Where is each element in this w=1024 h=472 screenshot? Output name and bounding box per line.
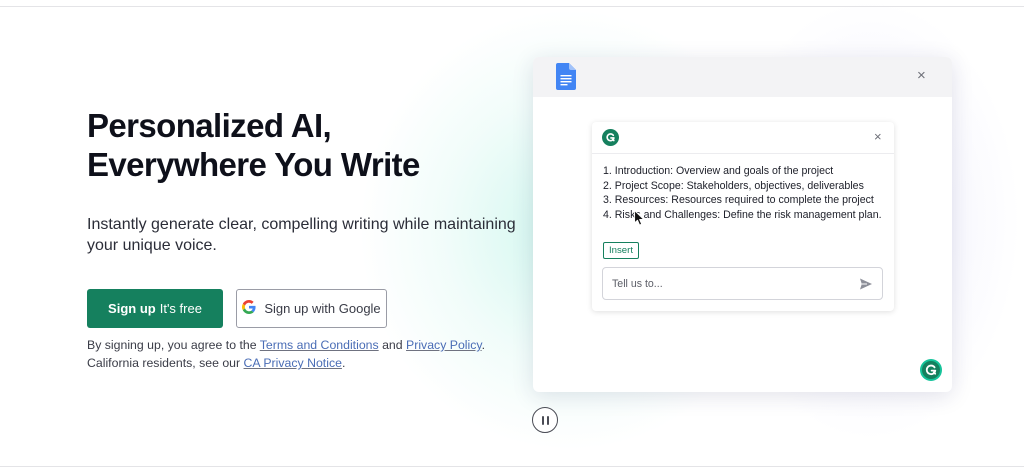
document-toolbar bbox=[533, 57, 952, 97]
legal-text: . bbox=[341, 356, 346, 370]
google-g-icon bbox=[242, 300, 256, 317]
title-line-1: Personalized AI, bbox=[87, 107, 332, 144]
insert-button[interactable]: Insert bbox=[603, 242, 639, 259]
sign-up-google-button[interactable]: Sign up with Google bbox=[236, 289, 387, 328]
pause-button[interactable] bbox=[532, 407, 558, 433]
prompt-input[interactable] bbox=[612, 276, 852, 292]
list-item: 3. Resources: Resources required to comp… bbox=[603, 194, 874, 207]
legal-text: By signing up, you agree to the bbox=[87, 338, 260, 352]
grammarly-icon bbox=[602, 129, 619, 151]
generated-outline: 1. Introduction: Overview and goals of t… bbox=[603, 164, 893, 222]
google-docs-icon bbox=[556, 63, 576, 95]
page-title: Personalized AI, Everywhere You Write bbox=[87, 106, 527, 184]
assistant-header bbox=[592, 122, 894, 154]
sign-up-free-label: It's free bbox=[159, 301, 202, 316]
pause-icon bbox=[541, 415, 544, 425]
list-item: 1. Introduction: Overview and goals of t… bbox=[603, 165, 834, 177]
send-icon[interactable] bbox=[859, 277, 873, 296]
mouse-cursor-icon bbox=[634, 210, 645, 231]
title-line-2: Everywhere You Write bbox=[87, 146, 420, 183]
legal-text: California residents, see our bbox=[87, 356, 244, 370]
sign-up-google-label: Sign up with Google bbox=[264, 301, 381, 316]
terms-link[interactable]: Terms and Conditions bbox=[260, 338, 379, 352]
list-item: 4. Risks and Challenges: Define the risk… bbox=[603, 208, 882, 221]
ca-privacy-notice-link[interactable]: CA Privacy Notice bbox=[244, 356, 342, 370]
list-item: 2. Project Scope: Stakeholders, objectiv… bbox=[603, 179, 864, 192]
legal-notice: By signing up, you agree to the Terms an… bbox=[87, 336, 507, 372]
legal-text: and bbox=[378, 338, 407, 352]
hero-heading-block: Personalized AI, Everywhere You Write bbox=[87, 106, 527, 184]
bottom-divider bbox=[0, 466, 1024, 467]
close-icon[interactable]: × bbox=[917, 68, 926, 83]
privacy-policy-link[interactable]: Privacy Policy bbox=[406, 338, 482, 352]
close-icon[interactable]: × bbox=[874, 130, 882, 143]
hero-subtitle: Instantly generate clear, compelling wri… bbox=[87, 216, 516, 254]
prompt-input-box[interactable] bbox=[602, 267, 883, 300]
sign-up-button[interactable]: Sign up It's free bbox=[87, 289, 223, 328]
sign-up-label: Sign up bbox=[108, 301, 156, 316]
pause-icon bbox=[546, 415, 549, 425]
grammarly-icon[interactable] bbox=[920, 359, 942, 386]
legal-text: . bbox=[481, 338, 486, 352]
